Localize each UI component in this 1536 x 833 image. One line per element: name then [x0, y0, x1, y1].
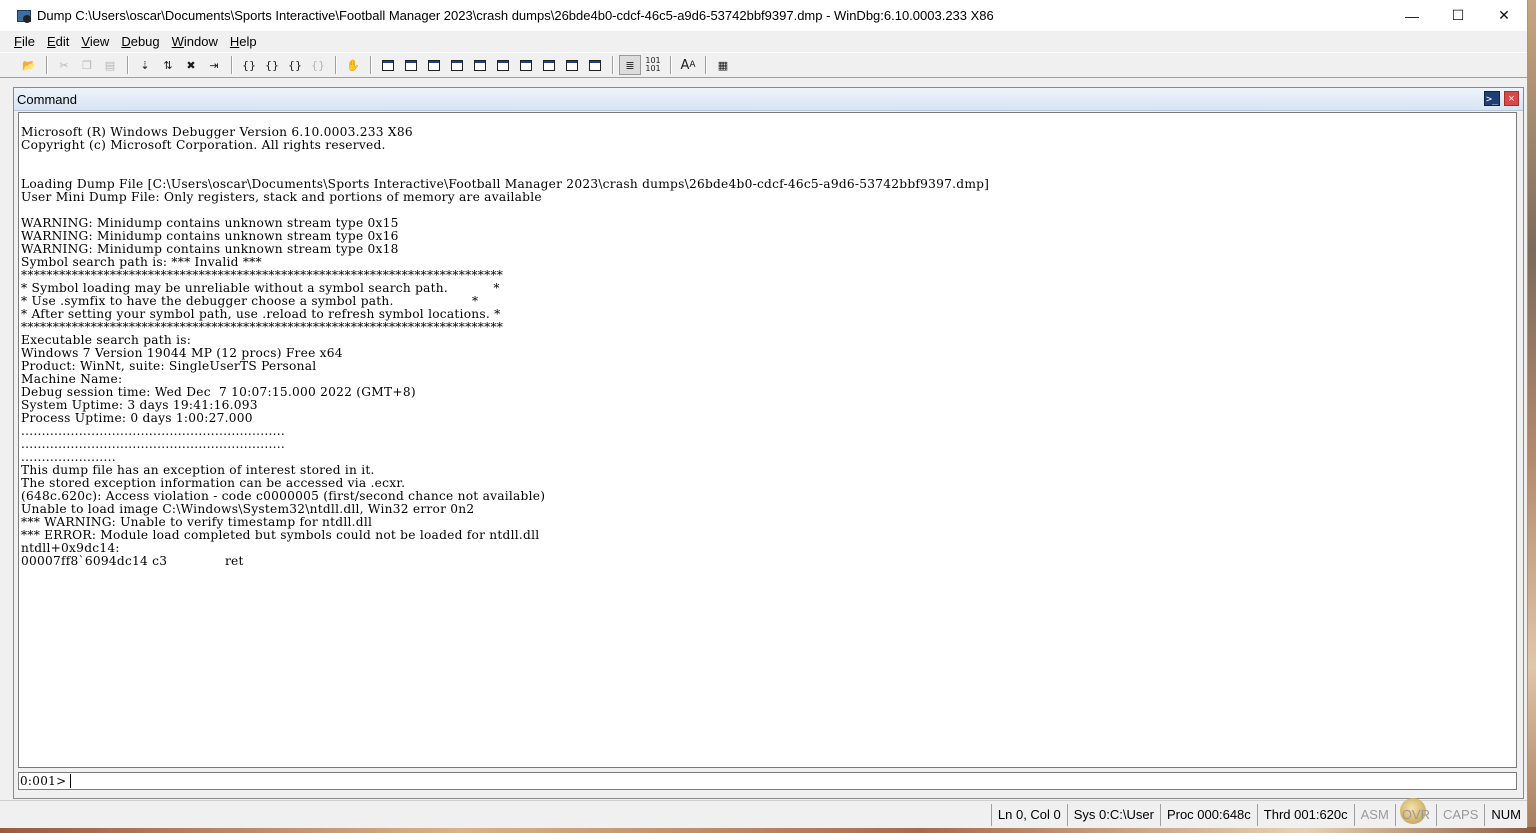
- processes-threads-icon[interactable]: [561, 55, 583, 75]
- desktop-background-right: [1527, 0, 1536, 833]
- memory-window-icon[interactable]: [469, 55, 491, 75]
- command-pane-header: Command >_ ×: [14, 88, 1523, 111]
- title-bar: Dump C:\Users\oscar\Documents\Sports Int…: [0, 0, 1527, 31]
- status-line-col: Ln 0, Col 0: [990, 804, 1067, 826]
- run-to-cursor-icon[interactable]: {}: [307, 55, 329, 75]
- menu-window-accel: W: [171, 33, 184, 49]
- status-bar: Ln 0, Col 0 Sys 0:C:\User Proc 000:648c …: [0, 798, 1527, 828]
- command-output-text: Microsoft (R) Windows Debugger Version 6…: [21, 125, 990, 568]
- window-title: Dump C:\Users\oscar\Documents\Sports Int…: [37, 8, 994, 23]
- menu-bar: File Edit View Debug Window Help: [0, 31, 1527, 51]
- command-window-icon[interactable]: [377, 55, 399, 75]
- menu-window[interactable]: Window: [166, 34, 224, 49]
- menu-help-rest: elp: [239, 33, 257, 49]
- status-ovr-cell: OVR: [1394, 798, 1436, 826]
- command-output[interactable]: Microsoft (R) Windows Debugger Version 6…: [18, 112, 1517, 768]
- status-ovr: OVR: [1401, 807, 1430, 822]
- source-mode-on-icon[interactable]: ≣: [619, 55, 641, 75]
- status-thrd: Thrd 001:620c: [1256, 804, 1354, 826]
- break-icon[interactable]: ✋: [342, 55, 364, 75]
- command-prompt: 0:001>: [20, 774, 67, 788]
- detach-icon[interactable]: ⇥: [203, 55, 225, 75]
- step-out-icon[interactable]: {}: [284, 55, 306, 75]
- menu-file[interactable]: File: [8, 34, 41, 49]
- font-icon[interactable]: AA: [677, 55, 699, 75]
- menu-view-accel: V: [81, 33, 90, 49]
- maximize-button[interactable]: ☐: [1435, 0, 1481, 31]
- status-proc: Proc 000:648c: [1159, 804, 1257, 826]
- command-input[interactable]: [70, 774, 1516, 788]
- toolbar-separator: [370, 56, 372, 74]
- menu-file-rest: ile: [21, 33, 35, 49]
- menu-debug[interactable]: Debug: [115, 34, 165, 49]
- menu-file-accel: F: [14, 33, 22, 49]
- status-sys: Sys 0:C:\User: [1066, 804, 1160, 826]
- toolbar-separator: [612, 56, 614, 74]
- command-input-row: 0:001>: [18, 772, 1517, 790]
- windbg-window: Dump C:\Users\oscar\Documents\Sports Int…: [0, 0, 1528, 828]
- go-icon[interactable]: ⇣: [134, 55, 156, 75]
- locals-window-icon[interactable]: [423, 55, 445, 75]
- toolbar-separator: [127, 56, 129, 74]
- cut-icon[interactable]: ✂: [53, 55, 75, 75]
- menu-debug-rest: ebug: [130, 33, 160, 49]
- source-mode-icon[interactable]: [584, 55, 606, 75]
- copy-icon[interactable]: ❐: [76, 55, 98, 75]
- windbg-app-icon[interactable]: [17, 9, 31, 23]
- stop-debugging-icon[interactable]: ✖: [180, 55, 202, 75]
- menu-window-rest: indow: [183, 33, 218, 49]
- status-num: NUM: [1484, 804, 1527, 826]
- command-pane-title: Command: [17, 91, 77, 107]
- close-button[interactable]: ✕: [1481, 0, 1527, 31]
- hex-display-icon[interactable]: 101 101: [642, 55, 664, 75]
- status-caps: CAPS: [1435, 804, 1484, 826]
- restart-icon[interactable]: ⇅: [157, 55, 179, 75]
- minimize-button[interactable]: —: [1389, 0, 1435, 31]
- step-into-icon[interactable]: {}: [238, 55, 260, 75]
- call-stack-icon[interactable]: [492, 55, 514, 75]
- toolbar-separator: [705, 56, 707, 74]
- toolbar-separator: [335, 56, 337, 74]
- toolbar-separator: [46, 56, 48, 74]
- step-over-icon[interactable]: {}: [261, 55, 283, 75]
- status-asm: ASM: [1353, 804, 1395, 826]
- menu-view[interactable]: View: [75, 34, 115, 49]
- status-cells: Ln 0, Col 0 Sys 0:C:\User Proc 000:648c …: [990, 798, 1527, 826]
- disassembly-window-icon[interactable]: [515, 55, 537, 75]
- menu-edit-rest: dit: [55, 33, 70, 49]
- window-controls: — ☐ ✕: [1389, 0, 1527, 31]
- menu-debug-accel: D: [121, 33, 131, 49]
- paste-icon[interactable]: ▤: [99, 55, 121, 75]
- command-prompt-icon[interactable]: >_: [1484, 91, 1500, 106]
- toolbar-separator: [670, 56, 672, 74]
- menu-help[interactable]: Help: [224, 34, 263, 49]
- scratch-pad-icon[interactable]: [538, 55, 560, 75]
- watch-window-icon[interactable]: [400, 55, 422, 75]
- menu-edit-accel: E: [46, 33, 56, 49]
- command-pane: Command >_ × Microsoft (R) Windows Debug…: [13, 87, 1524, 799]
- toolbar-separator: [231, 56, 233, 74]
- close-pane-icon[interactable]: ×: [1504, 91, 1519, 106]
- toolbar: 📂 ✂ ❐ ▤ ⇣ ⇅ ✖ ⇥ {} {} {} {} ✋ ≣ 101 101 A…: [0, 52, 1527, 78]
- open-icon[interactable]: 📂: [18, 55, 40, 75]
- options-icon[interactable]: ▦: [712, 55, 734, 75]
- registers-window-icon[interactable]: [446, 55, 468, 75]
- menu-view-rest: iew: [89, 33, 110, 49]
- menu-edit[interactable]: Edit: [41, 34, 75, 49]
- menu-help-accel: H: [229, 33, 240, 49]
